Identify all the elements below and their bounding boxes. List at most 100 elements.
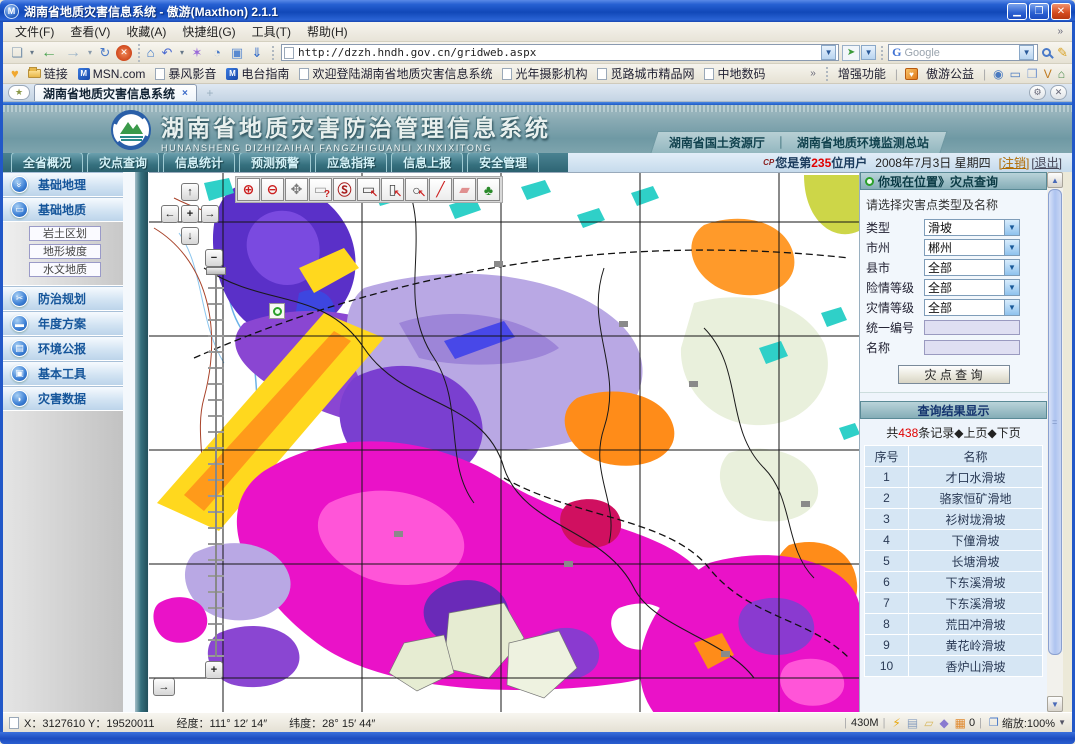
bookmarks-overflow-icon[interactable]: »	[805, 68, 821, 79]
builder-icon[interactable]: ⌂	[1058, 67, 1065, 81]
menu-overflow-icon[interactable]: »	[1052, 26, 1068, 37]
chevron-down-icon[interactable]: ▼	[1004, 260, 1019, 275]
result-row[interactable]: 9黄花岭滑坡	[865, 635, 1043, 656]
setup-gear-icon[interactable]: ⚙	[1029, 85, 1046, 100]
sidebar-item-basic-tools[interactable]: ▣基本工具	[3, 361, 123, 386]
user-icon[interactable]: ◉	[993, 67, 1003, 81]
bookmark-photo-studio[interactable]: 光年摄影机构	[502, 65, 587, 82]
select[interactable]: 全部▼	[924, 279, 1020, 296]
menu-item[interactable]: 文件(F)	[7, 22, 62, 41]
undo-caret[interactable]: ▾	[178, 44, 186, 62]
nav-tab-report[interactable]: 信息上报	[391, 152, 463, 173]
download-button[interactable]: ⇓	[248, 44, 266, 62]
scroll-up-icon[interactable]: ▲	[1047, 172, 1063, 188]
window-icon[interactable]: ▭	[1010, 67, 1021, 81]
search-dropdown-icon[interactable]: ▼	[1019, 45, 1034, 60]
forward-button[interactable]: →	[62, 44, 84, 62]
pan-right-button[interactable]: →	[201, 205, 219, 223]
go-button[interactable]: ➤	[842, 45, 860, 61]
zoom-minus-button[interactable]: −	[205, 249, 223, 267]
zoom-select-button[interactable]: ○↖	[405, 178, 428, 201]
result-row[interactable]: 4下僮滑坡	[865, 530, 1043, 551]
sidebar-expand-button[interactable]: →	[153, 678, 175, 696]
tray-icon[interactable]: ▤	[907, 716, 918, 730]
nav-tab-statistics[interactable]: 信息统计	[163, 152, 235, 173]
sidebar-item-env-bulletin[interactable]: ▤环境公报	[3, 336, 123, 361]
url-dropdown-icon[interactable]: ▼	[821, 45, 836, 60]
nav-tab-emergency[interactable]: 应急指挥	[315, 152, 387, 173]
result-row[interactable]: 2骆家恒矿滑地	[865, 488, 1043, 509]
book-icon[interactable]: ◆	[939, 716, 948, 730]
minimize-button[interactable]: ▁	[1007, 3, 1027, 20]
result-row[interactable]: 7下东溪滑坡	[865, 593, 1043, 614]
exit-link[interactable]: [退出]	[1031, 154, 1062, 171]
bookmark-radio-guide[interactable]: 电台指南	[226, 65, 289, 82]
sidebar-item-disaster-data[interactable]: ◗灾害数据	[3, 386, 123, 411]
zoom-in-button[interactable]: ⊕	[237, 178, 260, 201]
page-scrollbar[interactable]: ▲ ▼	[1047, 172, 1063, 712]
menu-item[interactable]: 快捷组(G)	[174, 22, 243, 41]
pan-down-button[interactable]: ↓	[181, 227, 199, 245]
menu-item[interactable]: 查看(V)	[62, 22, 118, 41]
nav-tab-disaster-query[interactable]: 灾点查询	[87, 152, 159, 173]
star-icon[interactable]: ★	[8, 85, 30, 100]
bookmark-city-site[interactable]: 觅路城市精品网	[597, 65, 694, 82]
result-row[interactable]: 3衫树垅滑坡	[865, 509, 1043, 530]
full-extent-button[interactable]: ♣	[477, 178, 500, 201]
refresh-button[interactable]: ↻	[96, 44, 114, 62]
snap-button[interactable]: ▣	[228, 44, 246, 62]
charity-button[interactable]: 傲游公益	[926, 65, 974, 82]
result-row[interactable]: 10香炉山滑坡	[865, 656, 1043, 677]
chevron-down-icon[interactable]: ▼	[1004, 300, 1019, 315]
menu-item[interactable]: 工具(T)	[244, 22, 299, 41]
clip-rect-button[interactable]: ▯↖	[381, 178, 404, 201]
link-land-resources[interactable]: 湖南省国土资源厅	[669, 134, 765, 151]
stop-button[interactable]: ✕	[116, 45, 132, 61]
zoom-slider[interactable]	[208, 271, 224, 657]
sidebar-item-base-geography[interactable]: »基础地理	[3, 172, 123, 197]
close-button[interactable]: ✕	[1051, 3, 1071, 20]
zoom-caret-icon[interactable]: ▼	[1058, 718, 1066, 727]
bookmark-zhongdi[interactable]: 中地数码	[704, 65, 765, 82]
notes-icon[interactable]: ❒	[1027, 67, 1038, 81]
image-counter-icon[interactable]: ▦	[955, 716, 966, 730]
chevron-down-icon[interactable]: ▼	[1004, 240, 1019, 255]
bookmark-baofeng[interactable]: 暴风影音	[155, 65, 216, 82]
scrollbar-thumb[interactable]	[1048, 189, 1062, 655]
select-rect-button[interactable]: ▭↖	[357, 178, 380, 201]
measure-button[interactable]: ▭?	[309, 178, 332, 201]
text-input[interactable]	[924, 320, 1020, 335]
v-icon[interactable]: V	[1044, 67, 1052, 81]
sidebar-item-annual-plan[interactable]: ▬年度方案	[3, 311, 123, 336]
new-tab-button[interactable]: +	[199, 86, 221, 100]
history-caret-button[interactable]: ▾	[86, 44, 94, 62]
submenu-rock-zoning[interactable]: 岩土区划	[29, 226, 101, 241]
submenu-terrain-slope[interactable]: 地形坡度	[29, 244, 101, 259]
prev-page-link[interactable]: ◆上页	[954, 426, 987, 440]
favorites-icon[interactable]: ♥	[11, 66, 19, 81]
chevron-down-icon[interactable]: ▼	[1004, 280, 1019, 295]
nav-tab-overview[interactable]: 全省概况	[11, 152, 83, 173]
new-page-button[interactable]: ❏	[8, 44, 26, 62]
enhance-button[interactable]: 增强功能	[838, 65, 886, 82]
maximize-button[interactable]: ❐	[1029, 3, 1049, 20]
select[interactable]: 全部▼	[924, 299, 1020, 316]
draw-line-button[interactable]: ╱	[429, 178, 452, 201]
scale-button[interactable]: Ⓢ	[333, 178, 356, 201]
link-geo-monitor-station[interactable]: 湖南省地质环境监测总站	[797, 134, 929, 151]
result-row[interactable]: 6下东溪滑坡	[865, 572, 1043, 593]
map-status-button[interactable]	[269, 303, 285, 319]
zoom-plus-button[interactable]: +	[205, 661, 223, 679]
query-button[interactable]: 灾 点 查 询	[898, 365, 1010, 384]
highlighter-icon[interactable]: ✎	[1057, 45, 1068, 61]
nav-tab-forecast[interactable]: 预测预警	[239, 152, 311, 173]
logout-link[interactable]: [注销]	[999, 154, 1030, 171]
bookmark-msn[interactable]: MSN.com	[78, 67, 146, 81]
zoom-control[interactable]: 缩放:100%	[1002, 715, 1055, 731]
scroll-down-icon[interactable]: ▼	[1047, 696, 1063, 712]
search-icon[interactable]	[1042, 48, 1051, 57]
map-viewport[interactable]: ⊕⊖✥▭?Ⓢ▭↖▯↖○↖╱▰♣ ↑ ← + → ↓ − + →	[149, 172, 859, 712]
home-button[interactable]: ⌂	[138, 44, 156, 62]
history-button[interactable]: ◔	[208, 44, 226, 62]
pan-up-button[interactable]: ↑	[181, 183, 199, 201]
